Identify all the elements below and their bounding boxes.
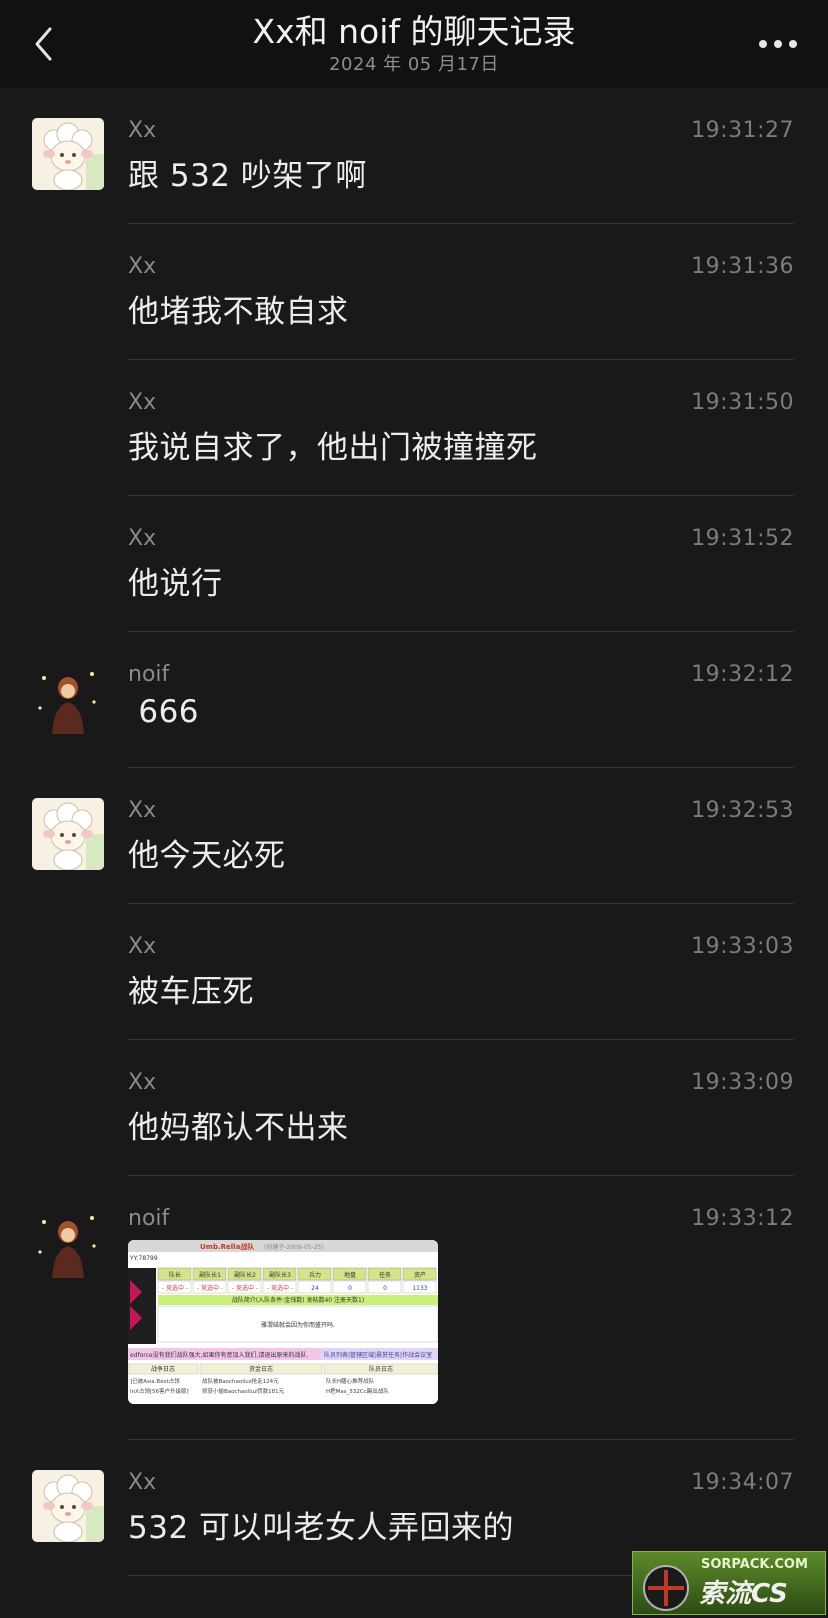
thumb-notice: 雅渭结就会因为你而盛开吗. — [261, 1321, 335, 1329]
thumb-header-text: 队长 — [169, 1271, 181, 1279]
thumb-row-text: 1133 — [412, 1285, 427, 1292]
message-time: 19:33:09 — [691, 1070, 794, 1095]
message-text: 被车压死 — [128, 974, 254, 1010]
page-title: Xx和 noif 的聊天记录 — [252, 12, 576, 51]
thumb-row-text: - 竞选中 - — [267, 1284, 293, 1292]
thumb-log-entry: 队长H膳心推荐战队 — [326, 1377, 375, 1385]
thumb-header-text: 副队长3 — [269, 1271, 291, 1279]
noif-avatar[interactable] — [32, 1206, 104, 1278]
message-sender: Xx — [128, 934, 157, 959]
message-row[interactable]: Xx 19:31:36 他堵我不敢自求 — [0, 224, 828, 360]
message-row[interactable]: noif 19:33:12 Umb.Rella战队 (创建于-2009-05-25) Y… — [0, 1176, 828, 1440]
thumb-log-title: 队员日志 — [369, 1365, 393, 1373]
message-time: 19:34:07 — [691, 1470, 794, 1495]
header-bar: Xx和 noif 的聊天记录 2024 年 05 月17日 — [0, 0, 828, 88]
message-time: 19:31:36 — [691, 254, 794, 279]
message-row[interactable]: Xx 19:33:09 他妈都认不出来 — [0, 1040, 828, 1176]
message-time: 19:32:12 — [691, 662, 794, 687]
message-row[interactable]: Xx 19:33:03 被车压死 — [0, 904, 828, 1040]
thumb-log-title: 战争日志 — [151, 1365, 175, 1373]
message-sender: Xx — [128, 1470, 157, 1495]
message-row[interactable]: noif 19:32:12 666 — [0, 632, 828, 768]
thumb-log-entry: InX占领[56客户升级版] — [130, 1387, 189, 1395]
message-text: 他妈都认不出来 — [128, 1110, 349, 1146]
sheep-avatar[interactable] — [32, 798, 104, 870]
message-text: 他说行 — [128, 566, 223, 602]
thumb-created: (创建于-2009-05-25) — [264, 1243, 324, 1251]
page-date: 2024 年 05 月17日 — [329, 54, 499, 75]
message-time: 19:31:50 — [691, 390, 794, 415]
message-text: 532 可以叫老女人弄回来的 — [128, 1510, 515, 1546]
thumb-log-title: 资金日志 — [249, 1365, 273, 1373]
watermark-logo: SORPACK.COM 索流CS — [632, 1551, 826, 1615]
message-time: 19:33:03 — [691, 934, 794, 959]
title-block: Xx和 noif 的聊天记录 2024 年 05 月17日 — [0, 10, 828, 76]
thumb-header-text: 副队长1 — [199, 1271, 221, 1279]
thumb-row-text: - 竞选中 - — [162, 1284, 188, 1292]
thumb-header-text: 地盘 — [344, 1271, 356, 1279]
message-time: 19:32:53 — [691, 798, 794, 823]
message-text: 他今天必死 — [128, 838, 286, 874]
thumb-header-text: 兵力 — [309, 1271, 321, 1279]
thumb-team: Umb.Rella战队 — [200, 1242, 255, 1251]
thumb-intro: 战队简介(入队条件:金钱数) 发帖数40 注册天数1) — [232, 1296, 364, 1304]
thumb-banner: edforce没有我们战队强大,如果你有意加入我们,请退出原来的战队. — [130, 1351, 308, 1359]
message-row[interactable]: Xx 19:31:27 跟 532 吵架了啊 — [0, 88, 828, 224]
message-sender: Xx — [128, 798, 157, 823]
message-text: 我说自求了，他出门被撞撞死 — [128, 430, 538, 466]
thumb-log-entry: ]已被Asia.Best占领 — [130, 1377, 180, 1385]
message-row[interactable]: Xx 19:31:52 他说行 — [0, 496, 828, 632]
thumb-log-entry: 抓获小偷Baochaoliuz罚款181元 — [202, 1387, 285, 1395]
thumb-row-text: 0 — [348, 1285, 352, 1292]
message-text: 他堵我不敢自求 — [128, 294, 349, 330]
message-list: Xx 19:31:27 跟 532 吵架了啊 Xx 19:31:36 他堵我不敢自求 Xx 1… — [0, 88, 828, 1576]
thumb-yy: YY:78799 — [129, 1255, 158, 1262]
thumb-header-text: 副队长2 — [234, 1271, 256, 1279]
message-sender: Xx — [128, 254, 157, 279]
watermark-site: SORPACK.COM — [701, 1557, 808, 1572]
more-button[interactable] — [750, 24, 806, 64]
message-text: 666 — [128, 694, 200, 730]
message-sender: Xx — [128, 390, 157, 415]
thumb-links: 队员列表|管辖区域|悬赏任务|作战会议室 — [324, 1351, 432, 1359]
message-text: 跟 532 吵架了啊 — [128, 158, 367, 194]
message-row[interactable]: Xx 19:32:53 他今天必死 — [0, 768, 828, 904]
thumb-header-text: 任务 — [379, 1271, 391, 1279]
message-sender: Xx — [128, 118, 157, 143]
watermark-brand: 索流CS — [699, 1579, 788, 1609]
message-time: 19:31:27 — [691, 118, 794, 143]
thumb-header-text: 资产 — [414, 1271, 426, 1279]
image-attachment[interactable]: Umb.Rella战队 (创建于-2009-05-25) YY:78799 队长 副队长… — [128, 1240, 438, 1404]
sheep-avatar[interactable] — [32, 118, 104, 190]
thumb-row-text: - 竞选中 - — [232, 1284, 258, 1292]
thumb-log-entry: 战队被Baochaoliuz抢走124元 — [202, 1377, 279, 1385]
message-time: 19:33:12 — [691, 1206, 794, 1231]
message-sender: noif — [128, 662, 170, 687]
noif-avatar[interactable] — [32, 662, 104, 734]
thumb-row-text: 0 — [383, 1285, 387, 1292]
thumb-side-art — [128, 1268, 156, 1344]
thumb-row-text: - 竞选中 - — [197, 1284, 223, 1292]
message-sender: Xx — [128, 1070, 157, 1095]
message-sender: noif — [128, 1206, 170, 1231]
thumb-log-entry: H把Mas_532Cc踢出战队 — [326, 1387, 389, 1395]
message-time: 19:31:52 — [691, 526, 794, 551]
message-sender: Xx — [128, 526, 157, 551]
thumb-row-text: 24 — [311, 1285, 319, 1292]
message-row[interactable]: Xx 19:31:50 我说自求了，他出门被撞撞死 — [0, 360, 828, 496]
more-dots-icon — [759, 40, 797, 48]
sheep-avatar[interactable] — [32, 1470, 104, 1542]
